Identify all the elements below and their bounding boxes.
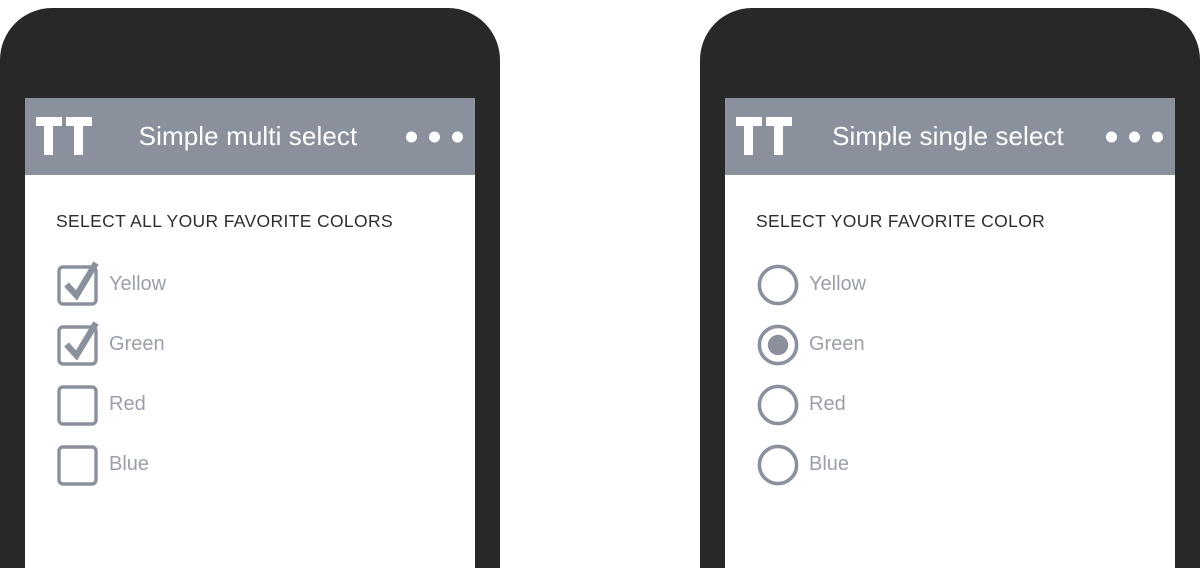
section-title-multi-select: SELECT ALL YOUR FAVORITE COLORS bbox=[56, 211, 393, 231]
checkbox-row-yellow[interactable]: Yellow bbox=[56, 254, 475, 314]
phone-device-single-select: Simple single select SELECT YOUR FAVORIT… bbox=[700, 8, 1200, 568]
app-bar-single-select: Simple single select bbox=[725, 98, 1175, 175]
checkbox-group: Yellow Green Red Blue bbox=[56, 254, 475, 494]
checkbox-label-yellow: Yellow bbox=[109, 273, 167, 295]
screenshot-canvas: Simple multi select SELECT ALL YOUR FAVO… bbox=[0, 0, 1200, 568]
checkbox-checked-icon[interactable] bbox=[56, 261, 102, 307]
overflow-dot-1 bbox=[406, 131, 417, 142]
radio-unselected-icon[interactable] bbox=[756, 381, 802, 427]
phone-device-multi-select: Simple multi select SELECT ALL YOUR FAVO… bbox=[0, 8, 500, 568]
overflow-dot-2 bbox=[1129, 131, 1140, 142]
checkbox-label-blue: Blue bbox=[109, 453, 150, 475]
checkbox-unchecked-icon[interactable] bbox=[56, 441, 102, 487]
overflow-dot-3 bbox=[1152, 131, 1163, 142]
screen-body-single-select: SELECT YOUR FAVORITE COLOR Yellow Green … bbox=[725, 211, 1175, 494]
radio-group: Yellow Green Red Blue bbox=[756, 254, 1175, 494]
checkbox-checked-icon[interactable] bbox=[56, 321, 102, 367]
radio-label-green: Green bbox=[809, 333, 865, 355]
checkbox-row-green[interactable]: Green bbox=[56, 314, 475, 374]
checkbox-row-blue[interactable]: Blue bbox=[56, 434, 475, 494]
overflow-dot-3 bbox=[452, 131, 463, 142]
overflow-menu-icon[interactable] bbox=[1106, 131, 1163, 142]
radio-label-yellow: Yellow bbox=[809, 273, 867, 295]
phone-screen-single-select: Simple single select SELECT YOUR FAVORIT… bbox=[725, 98, 1175, 568]
phone-screen-multi-select: Simple multi select SELECT ALL YOUR FAVO… bbox=[25, 98, 475, 568]
radio-label-blue: Blue bbox=[809, 453, 850, 475]
radio-row-yellow[interactable]: Yellow bbox=[756, 254, 1175, 314]
radio-row-red[interactable]: Red bbox=[756, 374, 1175, 434]
radio-unselected-icon[interactable] bbox=[756, 441, 802, 487]
radio-label-red: Red bbox=[809, 393, 846, 415]
overflow-menu-icon[interactable] bbox=[406, 131, 463, 142]
radio-selected-icon[interactable] bbox=[756, 321, 802, 367]
overflow-dot-1 bbox=[1106, 131, 1117, 142]
checkbox-label-green: Green bbox=[109, 333, 165, 355]
checkbox-row-red[interactable]: Red bbox=[56, 374, 475, 434]
app-bar-multi-select: Simple multi select bbox=[25, 98, 475, 175]
checkbox-unchecked-icon[interactable] bbox=[56, 381, 102, 427]
section-title-single-select: SELECT YOUR FAVORITE COLOR bbox=[756, 211, 1046, 231]
radio-row-green[interactable]: Green bbox=[756, 314, 1175, 374]
overflow-dot-2 bbox=[429, 131, 440, 142]
radio-unselected-icon[interactable] bbox=[756, 261, 802, 307]
screen-body-multi-select: SELECT ALL YOUR FAVORITE COLORS Yellow G… bbox=[25, 211, 475, 494]
checkbox-label-red: Red bbox=[109, 393, 146, 415]
radio-row-blue[interactable]: Blue bbox=[756, 434, 1175, 494]
